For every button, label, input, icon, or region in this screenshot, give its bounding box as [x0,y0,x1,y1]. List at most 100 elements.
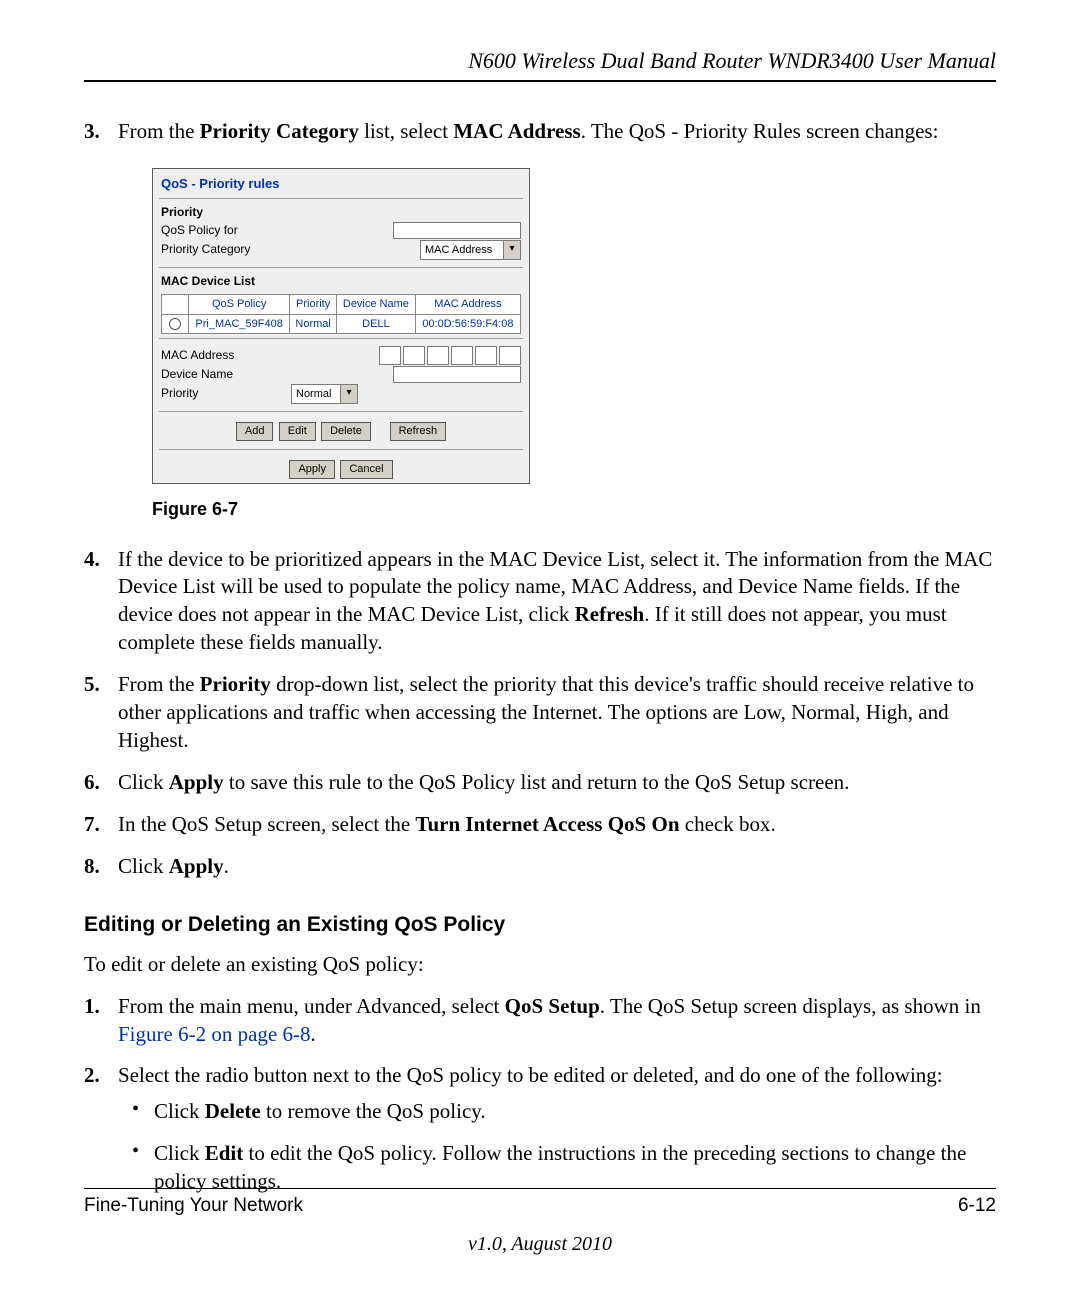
text: . [310,1022,315,1046]
bold: Turn Internet Access QoS On [415,812,679,836]
page-footer: Fine-Tuning Your Network 6-12 v1.0, Augu… [84,1188,996,1256]
edit-button[interactable]: Edit [279,422,316,441]
cell-mac: 00:0D:56:59:F4:08 [415,314,520,334]
row-radio[interactable] [162,314,189,334]
step-num: 5. [84,671,100,699]
text: to remove the QoS policy. [261,1099,486,1123]
device-name-row: Device Name [161,366,521,383]
text: Click [154,1141,205,1165]
bold: Priority Category [200,119,359,143]
cell-priority: Normal [290,314,337,334]
text: From the [118,672,200,696]
row-buttons-1: Add Edit Delete Refresh [153,416,529,445]
figure-wrap: QoS - Priority rules Priority QoS Policy… [152,168,996,484]
form-section: MAC Address [153,343,529,407]
select-value: Normal [296,387,340,402]
content: 3. From the Priority Category list, sele… [84,118,996,1196]
step-num: 1. [84,993,100,1021]
step-5: 5. From the Priority drop-down list, sel… [118,671,996,755]
device-name-input[interactable] [393,366,521,383]
edit-step-2: 2. Select the radio button next to the Q… [118,1062,996,1196]
page-header: N600 Wireless Dual Band Router WNDR3400 … [84,48,996,82]
step-6: 6. Click Apply to save this rule to the … [118,769,996,797]
step-3: 3. From the Priority Category list, sele… [118,118,996,522]
section-heading: Editing or Deleting an Existing QoS Poli… [84,911,996,939]
col-priority: Priority [290,295,337,315]
refresh-button[interactable]: Refresh [390,422,447,441]
bold: Delete [205,1099,261,1123]
text: In the QoS Setup screen, select the [118,812,415,836]
col-radio [162,295,189,315]
chevron-down-icon: ▾ [503,241,520,259]
bold: Priority [200,672,271,696]
figure-title: QoS - Priority rules [153,169,529,194]
col-qos-policy: QoS Policy [189,295,290,315]
separator [159,198,523,199]
priority-select-row: Priority Normal ▾ [161,384,521,404]
mac-device-list-section: MAC Device List [153,272,529,292]
bullet-list: Click Delete to remove the QoS policy. C… [118,1098,996,1196]
col-device-name: Device Name [336,295,415,315]
priority-select-label: Priority [161,386,291,402]
footer-version: v1.0, August 2010 [84,1233,996,1256]
priority-select[interactable]: Normal ▾ [291,384,358,404]
priority-category-row: Priority Category MAC Address ▾ [161,240,521,260]
chevron-down-icon: ▾ [340,385,357,403]
mac-seg-2[interactable] [403,346,425,365]
apply-button[interactable]: Apply [289,460,335,479]
text: Click [154,1099,205,1123]
figure-caption: Figure 6-7 [152,498,996,522]
manual-title: N600 Wireless Dual Band Router WNDR3400 … [468,48,996,73]
select-value: MAC Address [425,243,503,258]
priority-category-label: Priority Category [161,242,291,258]
section-intro: To edit or delete an existing QoS policy… [84,951,996,979]
col-mac-address: MAC Address [415,295,520,315]
cross-ref-link[interactable]: Figure 6-2 on page 6-8 [118,1022,310,1046]
mac-seg-6[interactable] [499,346,521,365]
text: From the [118,119,200,143]
step-num: 8. [84,853,100,881]
delete-button[interactable]: Delete [321,422,371,441]
mac-seg-5[interactable] [475,346,497,365]
mac-address-row: MAC Address [161,346,521,365]
edit-step-1: 1. From the main menu, under Advanced, s… [118,993,996,1049]
edit-steps-list: 1. From the main menu, under Advanced, s… [84,993,996,1197]
step-num: 6. [84,769,100,797]
step-num: 3. [84,118,100,146]
bold: Apply [169,770,224,794]
separator [159,449,523,450]
radio-icon [169,318,181,330]
row-buttons-2: Apply Cancel [153,454,529,483]
priority-section: Priority QoS Policy for Priority Categor… [153,203,529,263]
bold: Refresh [575,602,645,626]
text: Click [118,770,169,794]
separator [159,338,523,339]
mac-seg-1[interactable] [379,346,401,365]
mac-address-inputs [379,346,521,365]
step-num: 7. [84,811,100,839]
mac-seg-4[interactable] [451,346,473,365]
qos-priority-rules-screenshot: QoS - Priority rules Priority QoS Policy… [152,168,530,484]
text: Click [118,854,169,878]
text: . The QoS - Priority Rules screen change… [581,119,939,143]
cell-policy: Pri_MAC_59F408 [189,314,290,334]
bold: Apply [169,854,224,878]
add-button[interactable]: Add [236,422,274,441]
text: . [224,854,229,878]
separator [159,411,523,412]
separator [159,267,523,268]
cancel-button[interactable]: Cancel [340,460,392,479]
text: to save this rule to the QoS Policy list… [224,770,850,794]
table-row[interactable]: Pri_MAC_59F408 Normal DELL 00:0D:56:59:F… [162,314,521,334]
priority-category-select[interactable]: MAC Address ▾ [420,240,521,260]
text: From the main menu, under Advanced, sele… [118,994,505,1018]
footer-line: Fine-Tuning Your Network 6-12 [84,1188,996,1217]
step-7: 7. In the QoS Setup screen, select the T… [118,811,996,839]
table-header-row: QoS Policy Priority Device Name MAC Addr… [162,295,521,315]
qos-policy-for-input[interactable] [393,222,521,239]
priority-heading: Priority [161,205,521,221]
qos-policy-for-label: QoS Policy for [161,223,291,239]
mac-seg-3[interactable] [427,346,449,365]
steps-list: 3. From the Priority Category list, sele… [84,118,996,881]
footer-page-number: 6-12 [958,1195,996,1217]
